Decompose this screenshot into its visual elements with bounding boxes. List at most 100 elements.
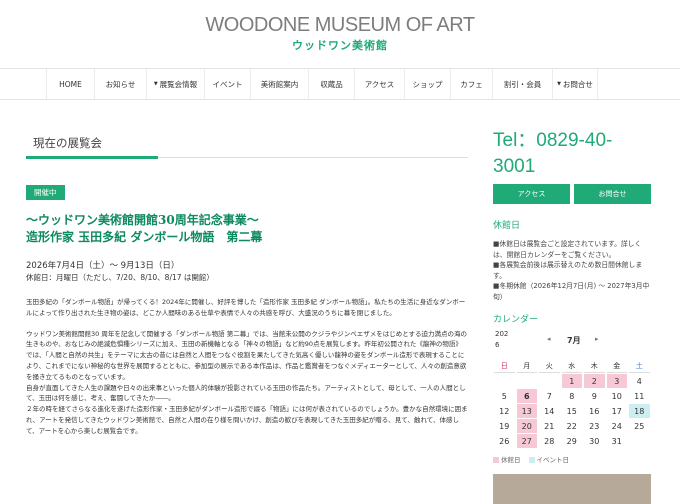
calendar-year: 202 6 — [495, 329, 508, 351]
banner-image[interactable] — [493, 474, 651, 504]
calendar-day[interactable]: 10 — [607, 389, 628, 403]
calendar-day[interactable]: 3 — [606, 374, 627, 388]
calendar-day[interactable]: 2 — [584, 374, 605, 388]
calendar-day[interactable]: 6 — [516, 389, 537, 403]
weekday-header: 水 — [561, 359, 582, 373]
calendar-grid: 日月火水木金土 1 2 3 4 5 6 7 8 9 10 11 12 13 14 15 16 17 18 19 20 21… — [493, 359, 651, 448]
calendar-empty-cell — [494, 374, 515, 388]
calendar-day[interactable]: 14 — [539, 404, 560, 418]
calendar-day[interactable]: 4 — [629, 374, 650, 388]
weekday-header: 月 — [516, 359, 537, 373]
nav-item-label: カフェ — [460, 79, 483, 89]
nav-item[interactable]: ▼ 展覧会情報 — [146, 69, 204, 99]
calendar-day[interactable]: 21 — [539, 419, 560, 433]
calendar-day[interactable]: 11 — [629, 389, 650, 403]
nav-item[interactable]: カフェ — [450, 69, 492, 99]
weekday-header: 日 — [494, 359, 515, 373]
nav-item-label: アクセス — [364, 79, 395, 89]
logo-japanese: ウッドワン美術館 — [292, 39, 388, 52]
nav-item[interactable]: 収蔵品 — [308, 69, 354, 99]
nav-item[interactable]: アクセス — [354, 69, 404, 99]
status-badge: 開催中 — [26, 185, 65, 200]
contact-button[interactable]: お問合せ — [574, 184, 651, 204]
calendar-day[interactable]: 12 — [494, 404, 515, 418]
phone-number[interactable]: Tel：0829-40-3001 — [493, 128, 651, 180]
closed-info-line: ■休館日は展覧会ごと設定されています。詳しくは、開館日カレンダーをご覧ください。 — [493, 240, 642, 259]
weekday-header: 木 — [584, 359, 605, 373]
nav-item[interactable]: 美術館案内 — [250, 69, 308, 99]
banner-image-fill — [493, 474, 651, 504]
nav-item-label: HOME — [59, 79, 82, 89]
next-month-icon[interactable]: ▸ — [595, 335, 599, 343]
calendar-day[interactable]: 31 — [607, 434, 628, 448]
calendar-day[interactable]: 22 — [562, 419, 583, 433]
prev-month-icon[interactable]: ◂ — [547, 335, 551, 343]
body-paragraph-3: ２年の時を経てさらなる進化を遂げた造形作家・玉田多紀がダンボール造形で綴る「物語… — [26, 405, 468, 435]
sidebar: Tel：0829-40-3001 アクセス お問合せ 休館日 ■休館日は展覧会ご… — [493, 128, 651, 504]
calendar-day[interactable]: 26 — [494, 434, 515, 448]
nav-item-label: お知らせ — [105, 79, 136, 89]
section-title: 現在の展覧会 — [26, 128, 468, 159]
calendar-day[interactable]: 8 — [562, 389, 583, 403]
calendar-month: 7月 — [567, 336, 581, 345]
caret-down-icon: ▼ — [153, 81, 158, 87]
calendar-day[interactable]: 9 — [584, 389, 605, 403]
exhibition-title-line1: 〜ウッドワン美術館開館30周年記念事業〜 — [26, 213, 259, 227]
closed-days-info: ■休館日は展覧会ごと設定されています。詳しくは、開館日カレンダーをご覧ください。… — [493, 239, 651, 302]
calendar-day[interactable]: 27 — [516, 434, 537, 448]
calendar-day[interactable]: 1 — [561, 374, 582, 388]
access-button[interactable]: アクセス — [493, 184, 570, 204]
calendar-day[interactable]: 25 — [629, 419, 650, 433]
legend-closed: 休館日 — [493, 454, 521, 464]
nav-item[interactable]: ショップ — [404, 69, 450, 99]
calendar-heading: カレンダー — [493, 315, 539, 325]
legend-event: イベント日 — [528, 454, 569, 464]
body-paragraph-2: 自身が直面してきた人生の課題や日々の出来事といった個人的体験が投影されている玉田… — [26, 383, 466, 403]
legend-closed-label: 休館日 — [501, 456, 521, 464]
calendar-day[interactable]: 7 — [539, 389, 560, 403]
calendar-year-part: 6 — [495, 341, 500, 349]
closed-days-heading: 休館日 — [493, 221, 521, 231]
calendar-day[interactable]: 17 — [607, 404, 628, 418]
weekday-header: 火 — [539, 359, 560, 373]
calendar-year-part: 202 — [495, 330, 509, 338]
calendar-day[interactable]: 30 — [584, 434, 605, 448]
body-paragraph: ウッドワン美術館開館30 周年を記念して開催する「ダンボール物語 第二幕」では、… — [26, 329, 468, 381]
calendar-empty-cell — [517, 374, 538, 388]
exhibition-title: 〜ウッドワン美術館開館30周年記念事業〜 造形作家 玉田多紀 ダンボール物語 第… — [26, 212, 468, 246]
calendar-day[interactable]: 23 — [584, 419, 605, 433]
nav-item-label: 美術館案内 — [260, 79, 299, 89]
calendar-day[interactable]: 29 — [562, 434, 583, 448]
calendar-header: 202 6 ◂ 7月 ▸ — [493, 329, 651, 359]
nav-item[interactable]: 割引・会員 — [492, 69, 552, 99]
calendar-day[interactable]: 20 — [516, 419, 537, 433]
exhibition-dates: 2026年7月4日（土）〜 9月13日（日） — [26, 261, 180, 271]
calendar-day[interactable]: 18 — [629, 404, 650, 418]
nav-item[interactable]: お知らせ — [94, 69, 146, 99]
nav-item-label: ショップ — [412, 79, 443, 89]
calendar-day[interactable]: 5 — [494, 389, 515, 403]
calendar-legend: 休館日 イベント日 — [493, 454, 651, 464]
weekday-header: 土 — [629, 359, 650, 373]
calendar-day[interactable]: 24 — [607, 419, 628, 433]
exhibition-title-line2: 造形作家 玉田多紀 ダンボール物語 第二幕 — [26, 230, 263, 244]
nav-item[interactable]: ▼ お問合せ — [552, 69, 598, 99]
nav-item-label: お問合せ — [562, 79, 593, 89]
logo-english: WOODONE MUSEUM OF ART — [205, 14, 475, 36]
nav-item[interactable]: イベント — [204, 69, 250, 99]
nav-item[interactable]: HOME — [46, 69, 94, 99]
legend-event-swatch — [528, 457, 535, 463]
exhibition-closed-days: 休館日：月曜日（ただし、7/20、8/10、8/17 は開館） — [26, 273, 214, 282]
calendar-day[interactable]: 28 — [539, 434, 560, 448]
calendar-day[interactable]: 16 — [584, 404, 605, 418]
calendar-empty-cell — [539, 374, 560, 388]
calendar-day[interactable]: 15 — [562, 404, 583, 418]
main-content: 現在の展覧会 開催中 〜ウッドワン美術館開館30周年記念事業〜 造形作家 玉田多… — [26, 128, 468, 437]
caret-down-icon: ▼ — [557, 81, 561, 87]
calendar-day[interactable]: 13 — [516, 404, 537, 418]
closed-info-line: ■冬期休館（2026年12月7日(月) 〜 2027年3月中旬） — [493, 282, 650, 301]
weekday-header: 金 — [606, 359, 627, 373]
calendar-day[interactable]: 19 — [494, 419, 515, 433]
site-logo[interactable]: WOODONE MUSEUM OF ART ウッドワン美術館 — [0, 12, 680, 54]
nav-item-label: 割引・会員 — [503, 79, 542, 89]
